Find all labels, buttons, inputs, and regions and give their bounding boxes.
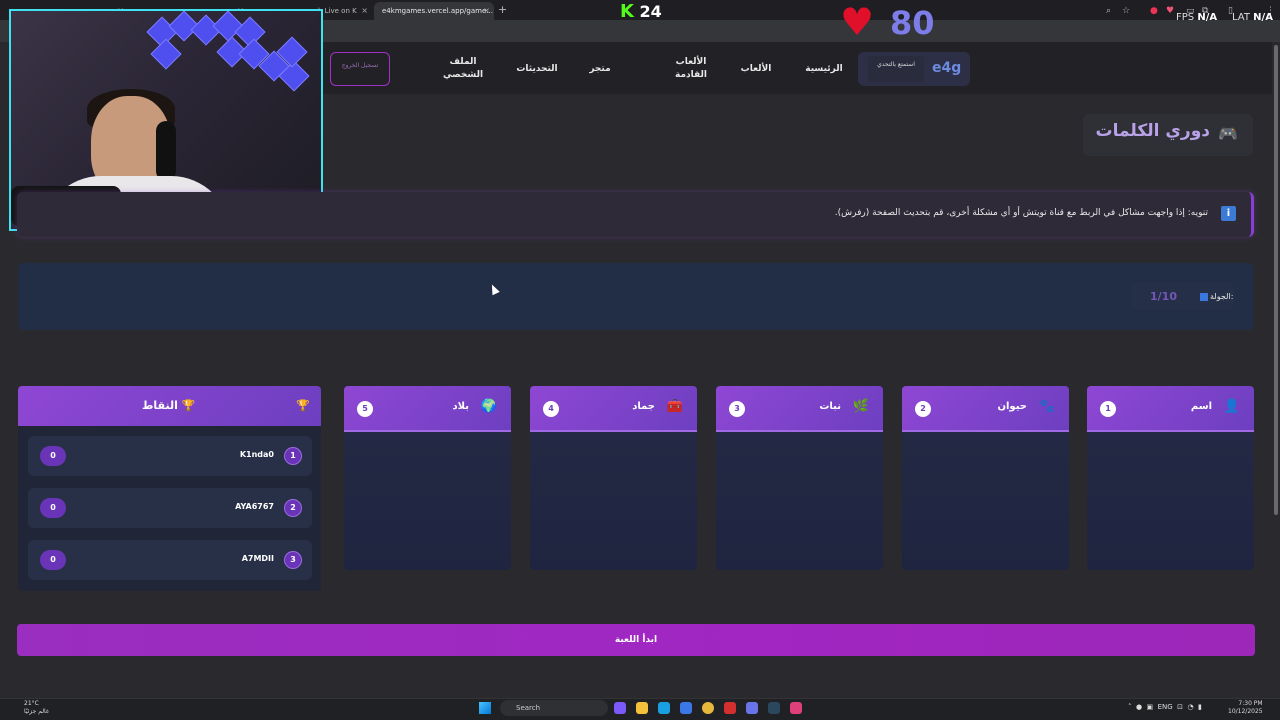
category-header: 4 جماد 🧰 [530,386,697,432]
edge-icon[interactable] [658,702,670,714]
round-icon [1200,292,1208,301]
player-name: AYA6767 [235,502,274,511]
score-row: 0 K1nda0 1 [28,436,312,476]
nav-updates[interactable]: التحديثات [512,63,562,76]
headset [156,121,176,181]
player-name: K1nda0 [239,450,274,459]
nav-games[interactable]: الألعاب [736,63,776,76]
scores-header: 🏆 النقاط 🏆 [18,386,321,426]
tab-close-icon[interactable]: × [483,6,490,15]
new-tab-button[interactable]: + [498,3,507,16]
notice-text: تنويه: إذا واجهت مشاكل في الربط مع قناة … [834,208,1208,218]
category-label: جماد [632,401,655,412]
logout-button[interactable]: تسجيل الخروج [330,52,390,86]
category-card-object: 4 جماد 🧰 [530,386,697,570]
kick-logo-icon: K [620,1,634,22]
player-rank: 1 [284,447,302,465]
category-number: 4 [543,401,559,417]
category-header: 3 نبات 🌿 [716,386,883,432]
start-game-button[interactable]: ابدأ اللعبة [17,624,1255,656]
tab-close-icon[interactable]: × [361,6,368,15]
page-title: دوري الكلمات [1095,121,1210,141]
nav-store[interactable]: متجر [580,63,620,76]
globe-icon: 🌍 [480,399,497,414]
store-icon[interactable] [680,702,692,714]
category-label: بلاد [452,401,469,412]
trophy-icon: 🏆 [296,399,310,412]
score-points: 0 [40,446,66,466]
category-number: 3 [729,401,745,417]
round-label: الجولة: [1200,292,1233,301]
heart-rate-value: 80 [890,4,935,42]
category-label: حيوان [997,401,1027,412]
category-header: 5 بلاد 🌍 [344,386,511,432]
scrollbar-thumb[interactable] [1274,45,1278,515]
paw-icon: 🐾 [1038,399,1055,414]
heart-icon: ♥ [840,0,875,44]
bookmark-star-icon[interactable]: ☆ [1122,6,1130,16]
latency-readout: LAT N/A [1232,12,1273,23]
info-icon: i [1221,206,1236,221]
score-points: 0 [40,498,66,518]
round-bar [18,263,1254,330]
windows-start-icon[interactable] [479,702,491,714]
app-icon[interactable] [724,702,736,714]
discord-icon[interactable] [746,702,758,714]
player-name: A7MDII [241,554,274,563]
category-label: اسم [1190,401,1212,412]
nav-home[interactable]: الرئيسية [800,63,848,76]
scores-panel: 🏆 النقاط 🏆 0 K1nda0 1 0 AYA6767 2 0 A7MD… [18,386,321,591]
extension-icon[interactable]: ♥ [1166,6,1174,16]
steam-icon[interactable] [768,702,780,714]
leaf-icon: 🌿 [852,399,869,414]
score-row: 0 AYA6767 2 [28,488,312,528]
copilot-icon[interactable] [614,702,626,714]
score-row: 0 A7MDII 3 [28,540,312,580]
player-rank: 3 [284,551,302,569]
taskbar-search[interactable]: Search [500,700,608,716]
category-number: 5 [357,401,373,417]
score-points: 0 [40,550,66,570]
weather-widget[interactable]: 21°C غالم جزئيًا [24,700,49,716]
nav-upcoming-games[interactable]: الألعاب القادمة [666,56,716,82]
browser-tab-active[interactable]: e4kmgames.vercel.app/game... × [374,2,494,20]
zoom-icon[interactable]: ⌕ [1106,6,1111,16]
category-number: 2 [915,401,931,417]
gamepad-icon: 🎮 [1218,124,1238,143]
category-header: 2 حيوان 🐾 [902,386,1069,432]
fps-readout: FPS N/A [1176,12,1218,23]
challenge-tagline: استمتع بالتحدي [868,56,924,82]
kick-viewer-counter: K 24 [620,1,662,22]
category-header: 1 اسم 👤 [1087,386,1254,432]
player-rank: 2 [284,499,302,517]
extension-icon[interactable]: ● [1150,6,1158,16]
category-card-name: 1 اسم 👤 [1087,386,1254,570]
taskbar-clock[interactable]: 7:30 PM 10/12/2025 [1228,700,1263,716]
neon-cubes-decoration [141,11,321,101]
user-icon: 👤 [1223,399,1240,414]
category-card-country: 5 بلاد 🌍 [344,386,511,570]
round-value: 1/10 [1150,290,1177,303]
system-tray[interactable]: ˄ ● ▣ ENG ⊡ ◔ ▮ [1128,703,1202,711]
app-icon[interactable] [790,702,802,714]
category-card-animal: 2 حيوان 🐾 [902,386,1069,570]
toolbox-icon: 🧰 [666,399,683,414]
category-number: 1 [1100,401,1116,417]
kick-viewer-count: 24 [639,2,662,21]
category-label: نبات [819,401,841,412]
scores-title: 🏆 النقاط [142,399,196,412]
nav-profile[interactable]: الملف الشخصي [438,56,488,82]
file-explorer-icon[interactable] [636,702,648,714]
site-logo[interactable]: e4g [932,60,961,76]
chrome-icon[interactable] [702,702,714,714]
category-card-plant: 3 نبات 🌿 [716,386,883,570]
